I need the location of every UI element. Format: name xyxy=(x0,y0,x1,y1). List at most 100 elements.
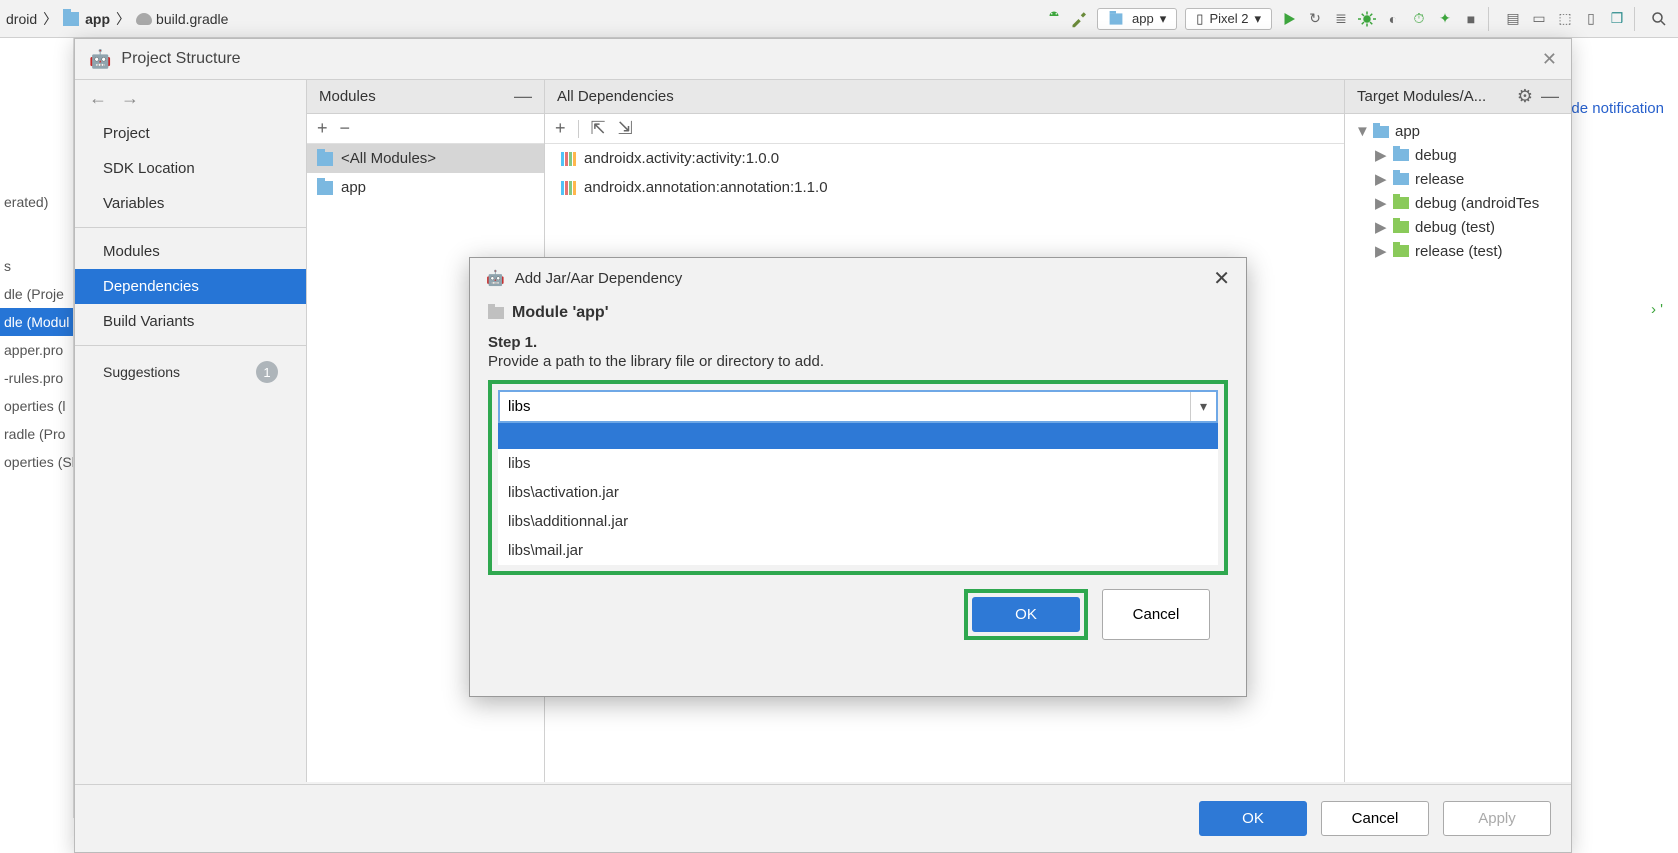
resource-icon[interactable]: ▯ xyxy=(1578,6,1604,32)
folder-icon xyxy=(1393,149,1409,161)
tree-item-release-test[interactable]: ▶release (test) xyxy=(1351,239,1565,263)
nav-suggestions-label: Suggestions xyxy=(103,364,180,380)
inner-ok-button[interactable]: OK xyxy=(972,597,1080,632)
folder-icon xyxy=(1393,221,1409,233)
cancel-button[interactable]: Cancel xyxy=(1321,801,1429,836)
dep-row[interactable]: androidx.annotation:annotation:1.1.0 xyxy=(545,173,1344,202)
module-label: <All Modules> xyxy=(341,150,436,167)
module-selector[interactable]: app ▾ xyxy=(1097,8,1177,30)
add-dep-icon[interactable]: + xyxy=(555,118,566,139)
nav-dependencies[interactable]: Dependencies xyxy=(75,269,306,304)
project-tool-window-cut: erated) s dle (Proje dle (Modul apper.pr… xyxy=(0,38,74,818)
nav-build-variants[interactable]: Build Variants xyxy=(75,304,306,339)
project-structure-dialog: 🤖 Project Structure ✕ ← → Project SDK Lo… xyxy=(74,38,1572,853)
highlight-box-ok: OK xyxy=(964,589,1088,640)
dialog-footer: OK Cancel Apply xyxy=(75,784,1571,852)
cube-icon[interactable]: ❒ xyxy=(1604,6,1630,32)
tree-fragment: -rules.pro xyxy=(0,364,73,392)
add-jar-aar-dialog: 🤖 Add Jar/Aar Dependency ✕ Module 'app' … xyxy=(469,257,1247,697)
tree-label: debug (test) xyxy=(1415,219,1495,236)
expand-tri-icon[interactable]: ▶ xyxy=(1375,170,1387,188)
suggestion-row[interactable]: libs xyxy=(498,449,1218,478)
android-device-icon[interactable] xyxy=(1041,6,1067,32)
breadcrumb-root[interactable]: droid xyxy=(6,11,37,27)
speed-icon[interactable]: ⏱ xyxy=(1406,6,1432,32)
close-icon[interactable]: ✕ xyxy=(1213,266,1230,291)
tree-fragment: radle (Pro xyxy=(0,420,73,448)
suggestion-row-selected[interactable] xyxy=(498,423,1218,449)
dep-row[interactable]: androidx.activity:activity:1.0.0 xyxy=(545,144,1344,173)
nav-project[interactable]: Project xyxy=(75,116,306,151)
tree-item-debug-test[interactable]: ▶ debug (test) xyxy=(1351,215,1565,239)
tree-label: release xyxy=(1415,171,1464,188)
breadcrumb-file[interactable]: build.gradle xyxy=(156,11,228,27)
collapse-tri-icon[interactable]: ▼ xyxy=(1355,123,1367,140)
nav-forward-icon[interactable]: → xyxy=(121,88,139,109)
sdk-icon[interactable]: ⬚ xyxy=(1552,6,1578,32)
tree-fragment: s xyxy=(0,252,73,280)
breadcrumb-sep: 〉 xyxy=(41,9,59,29)
expand-tri-icon[interactable]: ▶ xyxy=(1375,194,1387,212)
stop-icon[interactable]: ■ xyxy=(1458,6,1484,32)
tree-item-debug-androidtest[interactable]: ▶ debug (androidTes xyxy=(1351,191,1565,215)
dep-label: androidx.activity:activity:1.0.0 xyxy=(584,150,779,167)
nav-variables[interactable]: Variables xyxy=(75,186,306,221)
remove-module-icon[interactable]: − xyxy=(340,118,351,139)
attach-icon[interactable]: ✦ xyxy=(1432,6,1458,32)
chevron-down-icon: ▾ xyxy=(1160,11,1167,27)
tree-item-release[interactable]: ▶ release xyxy=(1351,167,1565,191)
debug-icon[interactable] xyxy=(1354,6,1380,32)
module-all[interactable]: <All Modules> xyxy=(307,144,544,173)
dep-label: androidx.annotation:annotation:1.1.0 xyxy=(584,179,828,196)
suggestion-row[interactable]: libs\activation.jar xyxy=(498,478,1218,507)
folder-icon xyxy=(1393,197,1409,209)
sync-icon[interactable]: ▤ xyxy=(1500,6,1526,32)
close-icon[interactable]: ✕ xyxy=(1542,49,1557,70)
folder-icon xyxy=(63,12,79,26)
inner-cancel-button[interactable]: Cancel xyxy=(1102,589,1210,640)
collapse-all-icon[interactable]: ⇲ xyxy=(618,118,633,139)
add-module-icon[interactable]: + xyxy=(317,118,328,139)
nav-modules[interactable]: Modules xyxy=(75,234,306,269)
module-app[interactable]: app xyxy=(307,173,544,202)
expand-all-icon[interactable]: ⇱ xyxy=(591,118,606,139)
tree-root-app[interactable]: ▼ app xyxy=(1351,120,1565,143)
dropdown-toggle[interactable]: ▾ xyxy=(1190,392,1216,421)
device-selector[interactable]: ▯ Pixel 2 ▾ xyxy=(1185,8,1272,30)
apply-button[interactable]: Apply xyxy=(1443,801,1551,836)
hammer-icon[interactable] xyxy=(1067,6,1093,32)
suggestion-row[interactable]: libs\mail.jar xyxy=(498,536,1218,565)
target-panel: Target Modules/A... ⚙ — ▼ app ▶debug ▶re… xyxy=(1345,80,1571,782)
module-label: Module 'app' xyxy=(512,304,609,322)
breadcrumb-sep: 〉 xyxy=(114,9,132,29)
module-selector-label: app xyxy=(1132,11,1154,26)
breadcrumb-app[interactable]: app xyxy=(85,11,110,27)
nav-suggestions[interactable]: Suggestions 1 xyxy=(75,352,306,392)
nav-sdk-location[interactable]: SDK Location xyxy=(75,151,306,186)
nav-back-icon[interactable]: ← xyxy=(89,88,107,109)
collapse-icon[interactable]: — xyxy=(1541,86,1559,107)
dialog-titlebar: 🤖 Project Structure ✕ xyxy=(75,39,1571,79)
expand-tri-icon[interactable]: ▶ xyxy=(1375,218,1387,236)
folder-icon xyxy=(1393,173,1409,185)
tree-label: debug (androidTes xyxy=(1415,195,1539,212)
tree-item-debug[interactable]: ▶ debug xyxy=(1351,143,1565,167)
hide-notification-link[interactable]: Hide notification xyxy=(1557,100,1664,117)
suggestion-row[interactable]: libs\additionnal.jar xyxy=(498,507,1218,536)
tree-fragment: operties (Sl xyxy=(0,448,73,476)
expand-tri-icon[interactable]: ▶ xyxy=(1375,146,1387,164)
profiler-icon[interactable]: ◐ xyxy=(1380,6,1406,32)
run-icon[interactable] xyxy=(1276,6,1302,32)
rerun-icon[interactable]: ↻ xyxy=(1302,6,1328,32)
modules-header: Modules xyxy=(319,88,376,105)
gear-icon[interactable]: ⚙ xyxy=(1517,86,1533,107)
library-path-input[interactable] xyxy=(498,390,1218,423)
coverage-icon[interactable]: ≣ xyxy=(1328,6,1354,32)
expand-tri-icon[interactable]: ▶ xyxy=(1375,242,1387,260)
ok-button[interactable]: OK xyxy=(1199,801,1307,836)
step-instruction: Provide a path to the library file or di… xyxy=(488,353,1228,370)
search-icon[interactable] xyxy=(1646,6,1672,32)
tree-label: debug xyxy=(1415,147,1457,164)
collapse-icon[interactable]: — xyxy=(514,86,532,107)
avd-icon[interactable]: ▭ xyxy=(1526,6,1552,32)
